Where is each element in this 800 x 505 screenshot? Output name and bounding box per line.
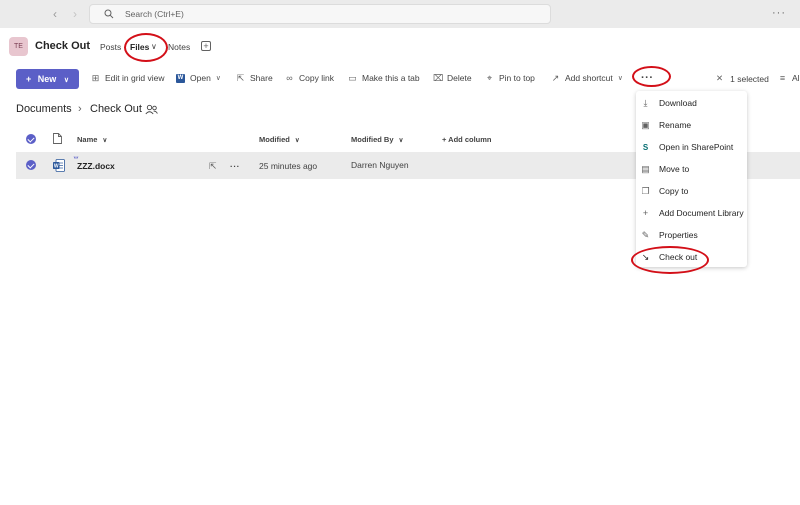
plus-icon: + [642, 208, 649, 218]
team-avatar: TE [9, 37, 28, 56]
add-tab-icon[interactable]: + [201, 41, 211, 51]
make-tab-label: Make this a tab [362, 73, 420, 83]
forward-arrow-icon[interactable]: › [68, 7, 82, 21]
svg-text:W: W [54, 164, 59, 170]
breadcrumb-current: Check Out [90, 103, 142, 115]
open-label: Open [190, 73, 211, 83]
sharepoint-icon: S [642, 142, 649, 152]
column-name-label: Name [77, 135, 98, 144]
move-icon: ▤ [641, 163, 650, 174]
menu-item-rename[interactable]: ▣ Rename [636, 114, 747, 136]
plus-icon: + [26, 74, 32, 84]
chevron-down-icon: ∨ [294, 137, 300, 144]
chevron-down-icon: ∨ [617, 75, 623, 82]
chevron-down-icon: ∨ [215, 75, 221, 82]
chevron-down-icon: ∨ [63, 77, 69, 84]
file-name-link[interactable]: ZZZ.docx [77, 161, 115, 171]
column-modified-label: Modified [259, 135, 290, 144]
menu-item-add-document-library[interactable]: + Add Document Library [636, 202, 747, 224]
column-header-modified[interactable]: Modified ∨ [259, 135, 300, 144]
menu-item-label: Rename [659, 120, 692, 130]
modified-cell: 25 minutes ago [259, 161, 318, 171]
edit-grid-view-button[interactable]: ⊞ Edit in grid view [91, 73, 165, 83]
selected-label: 1 selected [730, 73, 769, 84]
more-options-icon[interactable]: ··· [772, 7, 786, 19]
copy-link-label: Copy link [299, 73, 334, 83]
share-button[interactable]: ⇱ Share [236, 73, 273, 83]
tab-posts[interactable]: Posts [100, 42, 121, 52]
menu-item-download[interactable]: ⤓ Download [636, 92, 747, 114]
list-icon: ≡ [779, 72, 786, 83]
context-menu: ⤓ Download ▣ Rename S Open in SharePoint… [636, 91, 747, 267]
chevron-down-icon: ∨ [398, 137, 404, 144]
pencil-icon: ✎ [641, 229, 650, 240]
tab-notes[interactable]: Notes [168, 42, 190, 52]
copy-icon: ❐ [641, 185, 650, 196]
column-header-modified-by[interactable]: Modified By ∨ [351, 135, 403, 144]
breadcrumb-documents[interactable]: Documents [16, 103, 72, 115]
selected-count[interactable]: ✕ 1 selected [716, 73, 769, 84]
row-checkbox[interactable] [26, 160, 36, 170]
breadcrumb-separator-icon: › [78, 103, 82, 115]
share-icon[interactable]: ⇱ [209, 161, 217, 172]
add-column-button[interactable]: + Add column [442, 135, 492, 144]
menu-item-label: Download [659, 98, 697, 108]
pin-to-top-button[interactable]: ⌖ Pin to top [485, 73, 535, 83]
search-icon [104, 9, 114, 19]
edit-grid-view-label: Edit in grid view [105, 73, 165, 83]
people-icon [145, 104, 158, 115]
all-documents-label: Al [792, 73, 800, 83]
all-documents-button[interactable]: ≡ Al [778, 73, 800, 83]
trash-icon: ⌧ [433, 72, 444, 83]
team-name: Check Out [35, 40, 91, 52]
column-header-name[interactable]: Name ∨ [77, 135, 107, 144]
select-all-checkbox[interactable] [26, 134, 36, 144]
rename-icon: ▣ [641, 119, 650, 130]
highlight-circle [631, 246, 709, 274]
menu-item-copy-to[interactable]: ❐ Copy to [636, 180, 747, 202]
word-icon: W [176, 73, 185, 83]
search-placeholder: Search (Ctrl+E) [125, 9, 184, 19]
shortcut-icon: ↗ [551, 72, 560, 83]
new-button[interactable]: + New ∨ [16, 69, 79, 89]
download-icon: ⤓ [643, 97, 648, 108]
row-more-actions-icon[interactable]: ··· [230, 161, 240, 171]
modified-by-cell[interactable]: Darren Nguyen [351, 160, 409, 170]
column-modified-by-label: Modified By [351, 135, 394, 144]
share-icon: ⇱ [236, 72, 245, 83]
add-shortcut-button[interactable]: ↗ Add shortcut ∨ [551, 73, 623, 83]
link-icon: ∞ [286, 72, 293, 83]
menu-item-label: Properties [659, 230, 698, 240]
pin-to-top-label: Pin to top [499, 73, 535, 83]
open-button[interactable]: W Open ∨ [176, 73, 221, 83]
add-shortcut-label: Add shortcut [565, 73, 613, 83]
delete-label: Delete [447, 73, 472, 83]
menu-item-move-to[interactable]: ▤ Move to [636, 158, 747, 180]
file-type-icon [53, 133, 62, 144]
copy-link-button[interactable]: ∞ Copy link [285, 73, 334, 83]
share-label: Share [250, 73, 273, 83]
back-arrow-icon[interactable]: ‹ [48, 7, 62, 21]
highlight-circle [124, 33, 168, 62]
make-tab-button[interactable]: ▭ Make this a tab [348, 72, 420, 83]
tab-icon: ▭ [348, 72, 357, 83]
menu-item-properties[interactable]: ✎ Properties [636, 224, 747, 246]
search-input[interactable]: Search (Ctrl+E) [89, 4, 551, 24]
highlight-circle [632, 66, 671, 87]
grid-icon: ⊞ [91, 72, 100, 83]
menu-item-label: Add Document Library [659, 208, 744, 218]
menu-item-label: Open in SharePoint [659, 142, 734, 152]
menu-item-label: Copy to [659, 186, 689, 196]
pin-icon: ⌖ [486, 72, 493, 83]
chevron-down-icon: ∨ [102, 137, 108, 144]
clear-selection-icon: ✕ [716, 73, 724, 83]
delete-button[interactable]: ⌧ Delete [433, 73, 472, 83]
menu-item-open-sharepoint[interactable]: S Open in SharePoint [636, 136, 747, 158]
word-icon: W [53, 159, 65, 172]
new-label: New [37, 74, 57, 84]
menu-item-label: Move to [659, 164, 690, 174]
